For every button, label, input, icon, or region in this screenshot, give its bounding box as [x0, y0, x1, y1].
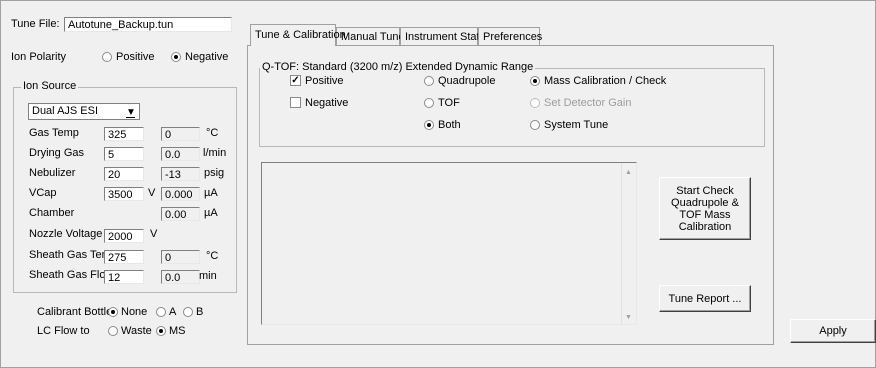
- sheath-gas-flow-unit: min: [199, 270, 217, 282]
- sheath-gas-flow-actual: 0.0: [161, 270, 200, 284]
- calibrant-a-label: A: [169, 306, 177, 318]
- both-label: Both: [438, 119, 461, 131]
- calibrant-a-radio[interactable]: [156, 307, 166, 317]
- ion-source-select-value: Dual AJS ESI: [32, 105, 99, 117]
- negative-label: Negative: [305, 97, 349, 109]
- tune-file-field[interactable]: Autotune_Backup.tun: [64, 17, 232, 32]
- start-check-button-label: Start Check Quadrupole & TOF Mass Calibr…: [671, 184, 739, 233]
- calibrant-bottle-label: Calibrant Bottle: [37, 306, 113, 318]
- positive-label: Positive: [305, 75, 344, 87]
- vcap-setpoint-unit: V: [148, 187, 156, 199]
- sheath-gas-temp-unit: °C: [206, 250, 219, 262]
- tof-radio[interactable]: [424, 98, 434, 108]
- positive-checkbox[interactable]: ✓: [290, 75, 301, 86]
- vcap-actual: 0.000: [161, 187, 200, 201]
- tab-manual-tune-label: Manual Tune: [341, 31, 405, 43]
- chamber-label: Chamber: [29, 207, 75, 219]
- mass-calibration-radio[interactable]: [530, 76, 540, 86]
- tune-file-label: Tune File:: [11, 18, 60, 30]
- polarity-positive-label: Positive: [116, 51, 155, 63]
- ion-polarity-label: Ion Polarity: [11, 51, 67, 63]
- scroll-down-icon[interactable]: ▼: [625, 311, 632, 324]
- scroll-up-icon[interactable]: ▲: [625, 166, 632, 179]
- sheath-gas-temp-setpoint[interactable]: 275: [104, 250, 144, 264]
- gas-temp-label: Gas Temp: [29, 127, 79, 139]
- nebulizer-label: Nebulizer: [29, 167, 76, 179]
- ion-source-select[interactable]: Dual AJS ESI: [28, 103, 140, 120]
- gas-temp-actual: 0: [161, 127, 200, 141]
- sheath-gas-temp-actual: 0: [161, 250, 200, 264]
- nebulizer-unit: psig: [204, 167, 225, 179]
- vcap-label: VCap: [29, 187, 57, 199]
- ion-source-title: Ion Source: [21, 80, 79, 93]
- nozzle-voltage-setpoint[interactable]: 2000: [104, 229, 144, 243]
- tab-instrument-state-label: Instrument State: [405, 31, 486, 43]
- active-tab-gap: [251, 45, 335, 46]
- qtof-title: Q-TOF: Standard (3200 m/z) Extended Dyna…: [260, 61, 536, 74]
- tune-report-button-label: Tune Report ...: [668, 292, 742, 305]
- polarity-positive-radio[interactable]: [102, 52, 112, 62]
- tab-tune-calibration-label: Tune & Calibration: [255, 29, 346, 41]
- lc-flow-waste-label: Waste: [121, 325, 152, 337]
- apply-button[interactable]: Apply: [790, 319, 876, 343]
- tab-preferences[interactable]: Preferences: [478, 27, 543, 45]
- tof-label: TOF: [438, 97, 460, 109]
- sheath-gas-flow-label: Sheath Gas Flow: [29, 269, 114, 281]
- calibrant-b-radio[interactable]: [183, 307, 193, 317]
- lc-flow-ms-radio[interactable]: [156, 326, 166, 336]
- tune-report-button[interactable]: Tune Report ...: [659, 285, 751, 312]
- quadrupole-radio[interactable]: [424, 76, 434, 86]
- drying-gas-actual: 0.0: [161, 147, 200, 161]
- chamber-actual: 0.00: [161, 207, 200, 221]
- set-detector-gain-label: Set Detector Gain: [544, 97, 632, 109]
- start-check-button[interactable]: Start Check Quadrupole & TOF Mass Calibr…: [659, 177, 751, 240]
- dropdown-underline: [126, 117, 135, 118]
- nozzle-voltage-unit: V: [150, 228, 158, 240]
- calibrant-b-label: B: [196, 306, 204, 318]
- nozzle-voltage-label: Nozzle Voltage: [29, 228, 103, 240]
- vcap-unit: µA: [204, 187, 218, 199]
- system-tune-label: System Tune: [544, 119, 609, 131]
- output-text-area[interactable]: [261, 162, 637, 325]
- polarity-negative-label: Negative: [185, 51, 229, 63]
- gas-temp-setpoint[interactable]: 325: [104, 127, 144, 141]
- tab-tune-calibration[interactable]: Tune & Calibration: [250, 24, 346, 46]
- both-radio[interactable]: [424, 120, 434, 130]
- drying-gas-label: Drying Gas: [29, 147, 85, 159]
- drying-gas-unit: l/min: [203, 147, 227, 159]
- nebulizer-setpoint[interactable]: 20: [104, 167, 144, 181]
- calibrant-none-label: None: [121, 306, 148, 318]
- tab-instrument-state[interactable]: Instrument State: [400, 27, 486, 45]
- tab-preferences-label: Preferences: [483, 31, 543, 43]
- apply-button-label: Apply: [819, 325, 847, 337]
- quadrupole-label: Quadrupole: [438, 75, 496, 87]
- polarity-negative-radio[interactable]: [171, 52, 181, 62]
- vcap-setpoint[interactable]: 3500: [104, 187, 144, 201]
- system-tune-radio[interactable]: [530, 120, 540, 130]
- lc-flow-label: LC Flow to: [37, 325, 90, 337]
- chamber-unit: µA: [204, 207, 218, 219]
- output-scrollbar[interactable]: [621, 163, 636, 324]
- negative-checkbox[interactable]: [290, 97, 301, 108]
- calibrant-none-radio[interactable]: [108, 307, 118, 317]
- lc-flow-ms-label: MS: [169, 325, 186, 337]
- sheath-gas-flow-setpoint[interactable]: 12: [104, 270, 144, 284]
- nebulizer-actual: -13: [161, 167, 200, 181]
- drying-gas-setpoint[interactable]: 5: [104, 147, 144, 161]
- lc-flow-waste-radio[interactable]: [108, 326, 118, 336]
- gas-temp-unit: °C: [206, 127, 219, 139]
- set-detector-gain-radio[interactable]: [530, 98, 540, 108]
- mass-calibration-label: Mass Calibration / Check: [544, 75, 667, 87]
